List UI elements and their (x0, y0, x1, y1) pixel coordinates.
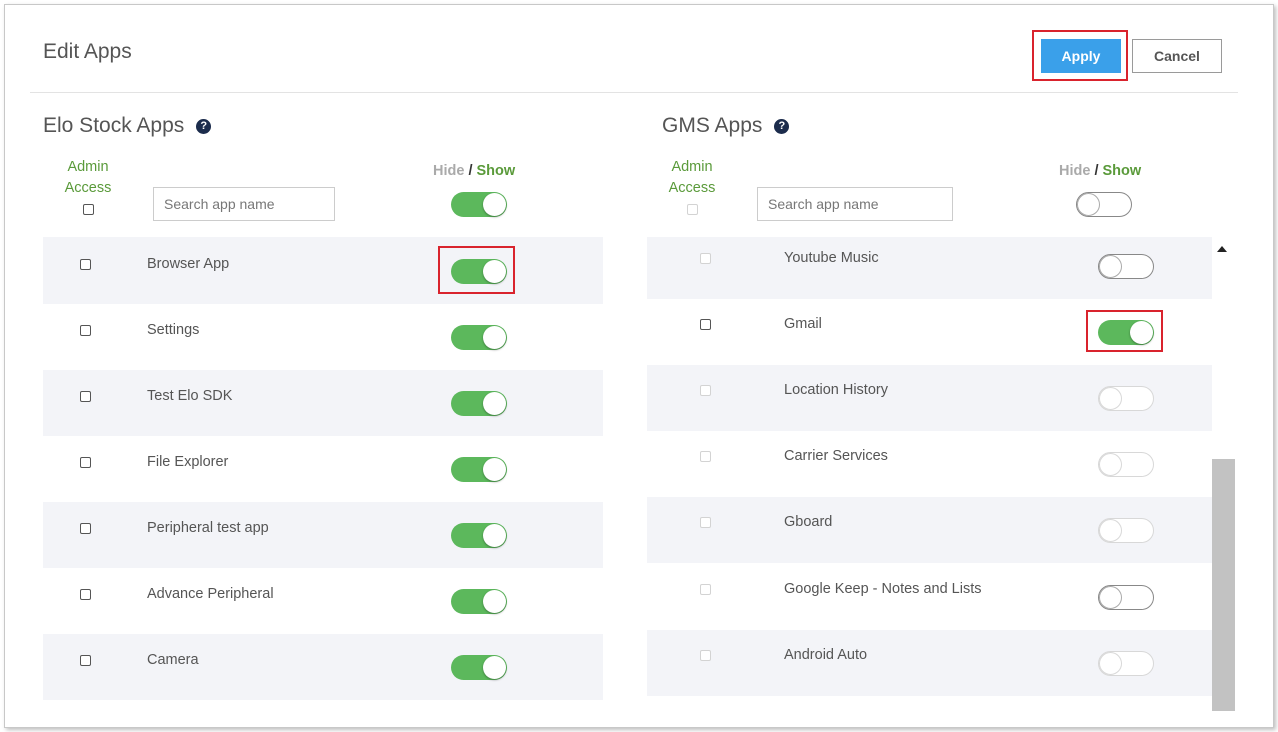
master-visibility-toggle[interactable] (1076, 192, 1132, 217)
visibility-toggle[interactable] (1098, 254, 1154, 279)
toggle-knob (1099, 586, 1122, 609)
app-name: Peripheral test app (147, 520, 269, 536)
toggle-knob (483, 326, 506, 349)
list-item: Settings (43, 304, 603, 370)
visibility-toggle[interactable] (1098, 386, 1154, 411)
toggle-knob (1099, 652, 1122, 675)
list-item: Advance Peripheral (43, 568, 603, 634)
gmail-toggle-highlight (1086, 310, 1163, 352)
toggle-knob (483, 656, 506, 679)
list-item: Test Elo SDK (43, 370, 603, 436)
toggle-knob (483, 458, 506, 481)
toggle-knob (483, 524, 506, 547)
toggle-knob (1099, 519, 1122, 542)
admin-access-checkbox[interactable] (80, 391, 91, 402)
toggle-knob (483, 193, 506, 216)
toggle-knob (1099, 387, 1122, 410)
help-icon[interactable]: ? (196, 118, 212, 134)
toggle-knob (1099, 255, 1122, 278)
elo-stock-apps-title: Elo Stock Apps? (43, 114, 212, 138)
app-name: Youtube Music (784, 250, 879, 266)
app-name: Gmail (784, 316, 822, 332)
admin-access-checkbox[interactable] (80, 259, 91, 270)
app-name: Gboard (784, 514, 833, 530)
list-item: Carrier Services (647, 431, 1212, 497)
app-name: File Explorer (147, 454, 229, 470)
app-name: Location History (784, 382, 888, 398)
browser-app-toggle-highlight (438, 246, 515, 294)
search-input[interactable] (153, 187, 335, 221)
app-name: Test Elo SDK (147, 388, 233, 404)
visibility-toggle[interactable] (451, 589, 507, 614)
admin-access-header: Admin Access (64, 159, 112, 196)
admin-access-checkbox[interactable] (700, 385, 711, 396)
admin-access-checkbox[interactable] (700, 517, 711, 528)
app-name: Carrier Services (784, 448, 888, 464)
admin-access-header: Admin Access (668, 159, 716, 196)
admin-access-checkbox[interactable] (80, 655, 91, 666)
toggle-knob (483, 590, 506, 613)
visibility-toggle[interactable] (451, 391, 507, 416)
visibility-toggle[interactable] (1098, 518, 1154, 543)
app-name: Camera (147, 652, 199, 668)
visibility-toggle[interactable] (451, 655, 507, 680)
list-item: Youtube Music (647, 237, 1212, 299)
list-item: Peripheral test app (43, 502, 603, 568)
app-name: Advance Peripheral (147, 586, 274, 602)
admin-access-checkbox[interactable] (700, 584, 711, 595)
master-visibility-toggle[interactable] (451, 192, 507, 217)
visibility-toggle[interactable] (451, 457, 507, 482)
list-item: Camera (43, 634, 603, 700)
visibility-toggle[interactable] (451, 523, 507, 548)
list-item: Browser App (43, 237, 603, 304)
list-item: Location History (647, 365, 1212, 431)
toggle-knob (1099, 453, 1122, 476)
app-name: Android Auto (784, 647, 868, 663)
list-item: File Explorer (43, 436, 603, 502)
search-input[interactable] (757, 187, 953, 221)
admin-access-checkbox[interactable] (80, 589, 91, 600)
hide-show-header: Hide / Show (433, 163, 516, 179)
page-title: Edit Apps (43, 40, 132, 63)
toggle-knob (483, 392, 506, 415)
admin-access-select-all-checkbox[interactable] (687, 204, 698, 215)
admin-access-checkbox[interactable] (700, 451, 711, 462)
header-divider (30, 92, 1238, 93)
toggle-knob (1077, 193, 1100, 216)
app-name: Settings (147, 322, 200, 338)
hide-show-header: Hide / Show (1059, 163, 1142, 179)
triangle-up-icon[interactable] (1217, 246, 1227, 252)
visibility-toggle[interactable] (451, 325, 507, 350)
apply-button[interactable]: Apply (1041, 39, 1121, 73)
admin-access-checkbox[interactable] (80, 325, 91, 336)
app-name: Browser App (147, 256, 230, 272)
cancel-button[interactable]: Cancel (1132, 39, 1222, 73)
admin-access-checkbox[interactable] (80, 457, 91, 468)
admin-access-checkbox[interactable] (700, 650, 711, 661)
list-item (647, 696, 1212, 711)
admin-access-checkbox[interactable] (80, 523, 91, 534)
visibility-toggle[interactable] (1098, 585, 1154, 610)
list-item: Gboard (647, 497, 1212, 563)
admin-access-select-all-checkbox[interactable] (83, 204, 94, 215)
admin-access-checkbox[interactable] (700, 319, 711, 330)
visibility-toggle[interactable] (1098, 651, 1154, 676)
visibility-toggle[interactable] (1098, 452, 1154, 477)
app-name: Google Keep - Notes and Lists (784, 581, 982, 597)
list-item: Google Keep - Notes and Lists (647, 563, 1212, 630)
scrollbar-thumb[interactable] (1212, 459, 1235, 711)
list-item: Android Auto (647, 630, 1212, 696)
gms-apps-title: GMS Apps? (662, 114, 790, 138)
help-icon[interactable]: ? (774, 118, 790, 134)
admin-access-checkbox[interactable] (700, 253, 711, 264)
